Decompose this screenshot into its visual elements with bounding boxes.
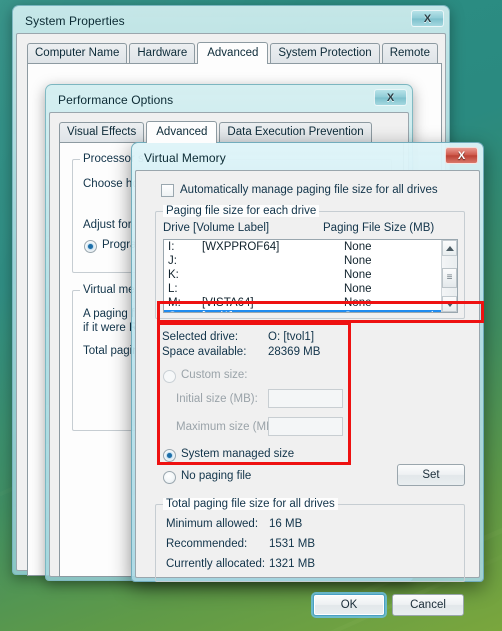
space-available-label: Space available: <box>162 346 247 358</box>
drive-paging-size: None <box>344 297 372 309</box>
column-header-paging-size: Paging File Size (MB) <box>323 222 435 234</box>
auto-manage-label: Automatically manage paging file size fo… <box>180 184 438 196</box>
system-managed-size-label: System managed size <box>181 448 295 460</box>
maximum-size-input[interactable] <box>268 417 343 436</box>
system-managed-size-radio[interactable] <box>163 449 176 462</box>
virtual-memory-dialog[interactable]: Virtual Memory X Automatically manage pa… <box>131 142 484 616</box>
drive-paging-size: None <box>344 269 372 281</box>
total-paging-size-legend: Total paging file size for all drives <box>163 498 338 510</box>
system-properties-title: System Properties <box>25 14 125 28</box>
ok-button[interactable]: OK <box>313 594 385 616</box>
no-paging-file-label: No paging file <box>181 470 252 482</box>
drive-list-scrollbar[interactable] <box>441 240 457 312</box>
drive-volume: [WXPPROF64] <box>202 241 280 253</box>
tab-visual-effects[interactable]: Visual Effects <box>59 122 145 142</box>
drive-volume: [tvol1] <box>202 310 233 312</box>
minimum-allowed-value: 16 MB <box>269 518 303 530</box>
set-button[interactable]: Set <box>397 464 465 486</box>
space-available-value: 28369 MB <box>268 346 321 358</box>
table-row[interactable]: I: [WXPPROF64] None <box>164 240 457 254</box>
tab-computer-name[interactable]: Computer Name <box>27 43 128 63</box>
virtual-memory-title: Virtual Memory <box>144 151 226 165</box>
scroll-down-icon[interactable] <box>442 296 457 312</box>
system-properties-titlebar[interactable]: System Properties X <box>16 9 446 33</box>
performance-options-tabstrip[interactable]: Visual Effects Advanced Data Execution P… <box>59 121 374 143</box>
paging-file-size-legend: Paging file size for each drive <box>163 205 320 217</box>
minimum-allowed-label: Minimum allowed: <box>166 518 259 530</box>
scroll-up-icon[interactable] <box>442 240 457 256</box>
drive-letter: K: <box>168 269 179 281</box>
paging-file-size-group: Paging file size for each drive Drive [V… <box>155 205 465 319</box>
scrollbar-thumb[interactable] <box>442 268 457 288</box>
programs-radio[interactable] <box>84 240 97 253</box>
custom-size-label: Custom size: <box>181 369 248 381</box>
table-row[interactable]: K: None <box>164 268 457 282</box>
close-icon[interactable]: X <box>374 89 407 106</box>
table-row-selected[interactable]: O: [tvol1] System managed <box>164 310 457 312</box>
cancel-button[interactable]: Cancel <box>392 594 464 616</box>
drive-volume: [VISTA64] <box>202 297 254 309</box>
column-header-drive: Drive [Volume Label] <box>163 222 270 234</box>
virtual-memory-desc-line2: if it were R <box>83 322 138 334</box>
drive-letter: O: <box>168 310 180 312</box>
close-icon[interactable]: X <box>445 147 478 164</box>
processor-scheduling-adjust-label: Adjust for <box>83 219 132 231</box>
currently-allocated-label: Currently allocated: <box>166 558 266 570</box>
drive-letter: I: <box>168 241 175 253</box>
selected-drive-label: Selected drive: <box>162 331 239 343</box>
table-row[interactable]: L: None <box>164 282 457 296</box>
system-properties-tabstrip[interactable]: Computer Name Hardware Advanced System P… <box>27 42 440 64</box>
table-row[interactable]: J: None <box>164 254 457 268</box>
recommended-value: 1531 MB <box>269 538 316 550</box>
performance-options-title: Performance Options <box>58 93 174 107</box>
tab-hardware[interactable]: Hardware <box>129 43 196 63</box>
drive-letter: J: <box>168 255 177 267</box>
maximum-size-label: Maximum size (MB): <box>176 421 281 433</box>
close-icon[interactable]: X <box>411 10 444 27</box>
recommended-label: Recommended: <box>166 538 248 550</box>
drive-paging-size: System managed <box>344 310 434 312</box>
virtual-memory-titlebar[interactable]: Virtual Memory X <box>135 146 480 170</box>
virtual-memory-desc-line1: A paging fi <box>83 308 137 320</box>
table-row[interactable]: M: [VISTA64] None <box>164 296 457 310</box>
no-paging-file-radio[interactable] <box>163 471 176 484</box>
total-paging-size-group: Total paging file size for all drives Mi… <box>155 498 465 582</box>
initial-size-label: Initial size (MB): <box>176 393 258 405</box>
tab-advanced[interactable]: Advanced <box>197 42 269 64</box>
selected-drive-value: O: [tvol1] <box>268 331 315 343</box>
tab-advanced[interactable]: Advanced <box>146 121 218 143</box>
tab-data-execution-prevention[interactable]: Data Execution Prevention <box>219 122 372 142</box>
drive-listbox[interactable]: I: [WXPPROF64] None J: None K: None L: N… <box>163 239 458 313</box>
custom-size-radio[interactable] <box>163 370 176 383</box>
drive-paging-size: None <box>344 241 372 253</box>
drive-letter: L: <box>168 283 178 295</box>
currently-allocated-value: 1321 MB <box>269 558 316 570</box>
drive-paging-size: None <box>344 255 372 267</box>
tab-system-protection[interactable]: System Protection <box>270 43 380 63</box>
initial-size-input[interactable] <box>268 389 343 408</box>
tab-remote[interactable]: Remote <box>381 43 438 63</box>
drive-paging-size: None <box>344 283 372 295</box>
virtual-memory-client: Automatically manage paging file size fo… <box>135 170 480 616</box>
performance-options-titlebar[interactable]: Performance Options X <box>49 88 409 112</box>
drive-letter: M: <box>168 297 181 309</box>
auto-manage-checkbox[interactable] <box>161 184 174 197</box>
